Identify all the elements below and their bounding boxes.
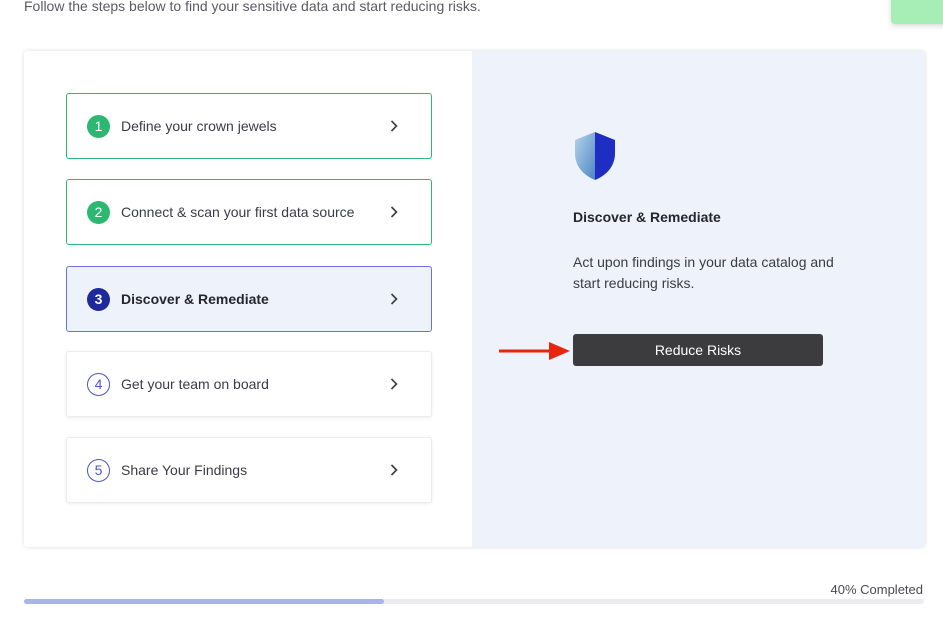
step-number-badge: 3 (87, 287, 110, 311)
step-4[interactable]: 4 Get your team on board (66, 351, 432, 417)
reduce-risks-button[interactable]: Reduce Risks (573, 334, 823, 366)
chevron-right-icon (379, 120, 409, 132)
step-1[interactable]: 1 Define your crown jewels (66, 93, 432, 159)
step-detail-panel: Discover & Remediate Act upon findings i… (472, 51, 925, 547)
progress-bar (24, 599, 924, 604)
chevron-right-icon (379, 464, 409, 476)
onboarding-card: 1 Define your crown jewels 2 Connect & s… (24, 51, 925, 547)
steps-panel: 1 Define your crown jewels 2 Connect & s… (24, 51, 472, 547)
step-label: Get your team on board (121, 376, 269, 392)
page-subtitle: Follow the steps below to find your sens… (24, 0, 481, 14)
step-number-badge: 1 (87, 114, 110, 138)
chevron-right-icon (379, 293, 409, 305)
step-3[interactable]: 3 Discover & Remediate (66, 266, 432, 332)
progress-bar-fill (24, 599, 384, 604)
chevron-right-icon (379, 378, 409, 390)
step-detail-description: Act upon findings in your data catalog a… (573, 254, 834, 291)
step-number-badge: 2 (87, 200, 110, 224)
chevron-right-icon (379, 206, 409, 218)
step-label: Share Your Findings (121, 462, 248, 478)
step-number-badge: 4 (87, 372, 110, 396)
step-number-badge: 5 (87, 458, 110, 482)
notification-toast[interactable] (891, 0, 943, 24)
progress-label: 40% Completed (830, 582, 924, 597)
step-label: Define your crown jewels (121, 118, 277, 134)
step-2[interactable]: 2 Connect & scan your first data source (66, 179, 432, 245)
step-label: Connect & scan your first data source (121, 204, 355, 220)
step-label: Discover & Remediate (121, 291, 269, 307)
step-detail-title: Discover & Remediate (573, 209, 721, 225)
shield-icon (573, 131, 617, 186)
arrow-right-icon (499, 341, 571, 366)
step-5[interactable]: 5 Share Your Findings (66, 437, 432, 503)
